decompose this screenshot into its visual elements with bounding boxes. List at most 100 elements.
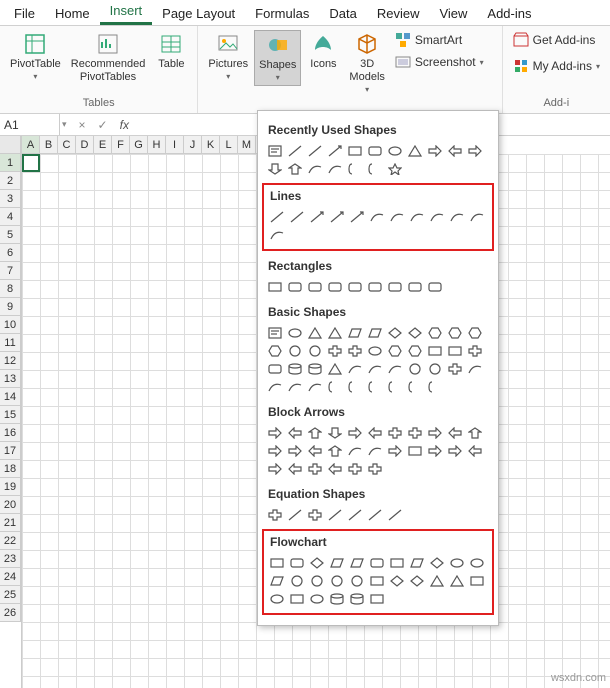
shape-hex[interactable]	[466, 325, 484, 341]
row-header-19[interactable]: 19	[0, 478, 21, 496]
shape-hex[interactable]	[406, 343, 424, 359]
shape-larrow[interactable]	[306, 443, 324, 459]
shape-curve[interactable]	[466, 361, 484, 377]
row-header-23[interactable]: 23	[0, 550, 21, 568]
row-header-5[interactable]: 5	[0, 226, 21, 244]
row-header-4[interactable]: 4	[0, 208, 21, 226]
shape-tri[interactable]	[428, 573, 446, 589]
shape-darrow[interactable]	[266, 161, 284, 177]
shape-rrect[interactable]	[266, 361, 284, 377]
row-header-11[interactable]: 11	[0, 334, 21, 352]
row-header-18[interactable]: 18	[0, 460, 21, 478]
col-header-J[interactable]: J	[184, 136, 202, 154]
shape-plus[interactable]	[446, 361, 464, 377]
shape-larrow[interactable]	[286, 425, 304, 441]
row-header-26[interactable]: 26	[0, 604, 21, 622]
shape-rrect[interactable]	[366, 143, 384, 159]
shape-rrect[interactable]	[326, 279, 344, 295]
shape-para[interactable]	[366, 325, 384, 341]
shape-plus[interactable]	[406, 425, 424, 441]
shape-rrect[interactable]	[346, 279, 364, 295]
shape-curve[interactable]	[346, 361, 364, 377]
active-cell[interactable]	[22, 154, 40, 172]
shape-plus[interactable]	[386, 425, 404, 441]
shape-rect[interactable]	[266, 279, 284, 295]
shape-curve[interactable]	[306, 161, 324, 177]
row-header-10[interactable]: 10	[0, 316, 21, 334]
shape-para[interactable]	[268, 573, 286, 589]
shape-arrow[interactable]	[328, 209, 346, 225]
shape-curve[interactable]	[386, 361, 404, 377]
shape-plus[interactable]	[366, 461, 384, 477]
shape-curve[interactable]	[366, 361, 384, 377]
row-header-21[interactable]: 21	[0, 514, 21, 532]
shape-rect[interactable]	[426, 343, 444, 359]
shape-tri[interactable]	[448, 573, 466, 589]
shape-uarrow[interactable]	[466, 425, 484, 441]
shape-rarrow[interactable]	[466, 143, 484, 159]
shape-hex[interactable]	[426, 325, 444, 341]
shape-oval[interactable]	[268, 591, 286, 607]
shape-circ[interactable]	[288, 573, 306, 589]
shape-tri[interactable]	[306, 325, 324, 341]
shape-larrow[interactable]	[466, 443, 484, 459]
col-header-A[interactable]: A	[22, 136, 40, 154]
tab-pagelayout[interactable]: Page Layout	[152, 2, 245, 25]
shape-rarrow[interactable]	[266, 443, 284, 459]
shape-oval[interactable]	[308, 591, 326, 607]
row-header-20[interactable]: 20	[0, 496, 21, 514]
shape-line[interactable]	[326, 507, 344, 523]
row-header-1[interactable]: 1	[0, 154, 21, 172]
shape-diamond[interactable]	[408, 573, 426, 589]
shape-oval[interactable]	[366, 343, 384, 359]
recommended-pivottables-button[interactable]: Recommended PivotTables	[67, 30, 150, 86]
shape-rarrow[interactable]	[346, 425, 364, 441]
shape-rarrow[interactable]	[266, 425, 284, 441]
shape-rarrow[interactable]	[286, 443, 304, 459]
shape-rect[interactable]	[268, 555, 286, 571]
shape-larrow[interactable]	[446, 425, 464, 441]
shape-circ[interactable]	[328, 573, 346, 589]
shape-rrect[interactable]	[288, 555, 306, 571]
col-header-C[interactable]: C	[58, 136, 76, 154]
shape-line[interactable]	[346, 507, 364, 523]
shape-curve[interactable]	[368, 209, 386, 225]
shape-plus[interactable]	[466, 343, 484, 359]
col-header-K[interactable]: K	[202, 136, 220, 154]
shape-larrow[interactable]	[286, 461, 304, 477]
shape-hex[interactable]	[446, 325, 464, 341]
shape-brace[interactable]	[366, 161, 384, 177]
3d-models-button[interactable]: 3D Models ▾	[345, 30, 388, 97]
shape-star[interactable]	[386, 161, 404, 177]
shape-darrow[interactable]	[326, 425, 344, 441]
shape-hex[interactable]	[266, 343, 284, 359]
shape-plus[interactable]	[346, 343, 364, 359]
shape-plus[interactable]	[326, 343, 344, 359]
get-addins-button[interactable]: Get Add-ins	[509, 30, 604, 50]
col-header-H[interactable]: H	[148, 136, 166, 154]
shape-curve[interactable]	[366, 443, 384, 459]
row-header-22[interactable]: 22	[0, 532, 21, 550]
col-header-D[interactable]: D	[76, 136, 94, 154]
cancel-formula-icon[interactable]: ×	[75, 118, 90, 132]
shape-brace[interactable]	[346, 379, 364, 395]
shape-line[interactable]	[286, 507, 304, 523]
shape-circ[interactable]	[286, 343, 304, 359]
tab-file[interactable]: File	[4, 2, 45, 25]
shape-curve[interactable]	[346, 443, 364, 459]
name-box[interactable]: A1	[0, 114, 60, 135]
col-header-F[interactable]: F	[112, 136, 130, 154]
row-header-12[interactable]: 12	[0, 352, 21, 370]
shape-rarrow[interactable]	[446, 443, 464, 459]
row-header-14[interactable]: 14	[0, 388, 21, 406]
shape-brace[interactable]	[426, 379, 444, 395]
shape-circ[interactable]	[406, 361, 424, 377]
shapes-button[interactable]: Shapes ▾	[254, 30, 301, 86]
row-header-2[interactable]: 2	[0, 172, 21, 190]
fx-icon[interactable]: fx	[116, 118, 133, 132]
row-header-25[interactable]: 25	[0, 586, 21, 604]
shape-rarrow[interactable]	[426, 425, 444, 441]
shape-arrow[interactable]	[326, 143, 344, 159]
shape-rrect[interactable]	[386, 279, 404, 295]
shape-curve[interactable]	[428, 209, 446, 225]
